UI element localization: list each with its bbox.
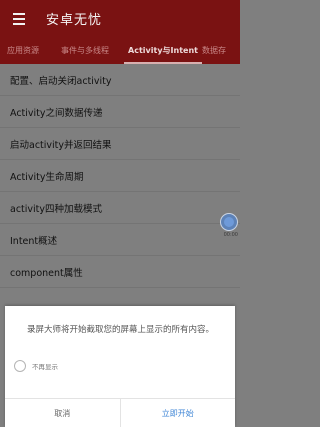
list-item[interactable]: Activity生命周期 xyxy=(0,160,240,192)
dont-show-again-row[interactable]: 不再显示 xyxy=(14,360,58,372)
tab-bar: 应用资源 事件与多线程 Activity与Intent 数据存 xyxy=(0,37,240,64)
cancel-button[interactable]: 取消 xyxy=(5,399,121,427)
tab-activity-intent[interactable]: Activity与Intent xyxy=(124,37,202,64)
list-item[interactable]: 启动activity并返回结果 xyxy=(0,128,240,160)
dialog-buttons: 取消 立即开始 xyxy=(5,398,235,427)
list-item[interactable]: Intent概述 xyxy=(0,224,240,256)
list-item[interactable]: 配置、启动关闭activity xyxy=(0,64,240,96)
app-title: 安卓无忧 xyxy=(46,13,103,28)
floating-timer: 00:00 xyxy=(223,232,238,238)
menu-icon[interactable] xyxy=(0,0,38,37)
topic-list: 配置、启动关闭activity Activity之间数据传递 启动activit… xyxy=(0,64,240,288)
app-bar: 安卓无忧 xyxy=(0,0,240,37)
dont-show-again-label: 不再显示 xyxy=(32,363,58,371)
start-now-button[interactable]: 立即开始 xyxy=(121,399,236,427)
dialog-message: 录屏大师将开始截取您的屏幕上显示的所有内容。 xyxy=(27,325,215,335)
tab-resources[interactable]: 应用资源 xyxy=(0,37,46,64)
list-item[interactable]: activity四种加载模式 xyxy=(0,192,240,224)
tab-data-storage[interactable]: 数据存 xyxy=(202,37,240,64)
list-item[interactable]: Activity之间数据传递 xyxy=(0,96,240,128)
screen-capture-dialog: 录屏大师将开始截取您的屏幕上显示的所有内容。 不再显示 取消 立即开始 xyxy=(5,306,235,427)
floating-record-button[interactable] xyxy=(220,213,238,231)
list-item[interactable]: component属性 xyxy=(0,256,240,288)
dont-show-again-checkbox[interactable] xyxy=(14,360,26,372)
tab-events-threads[interactable]: 事件与多线程 xyxy=(46,37,124,64)
